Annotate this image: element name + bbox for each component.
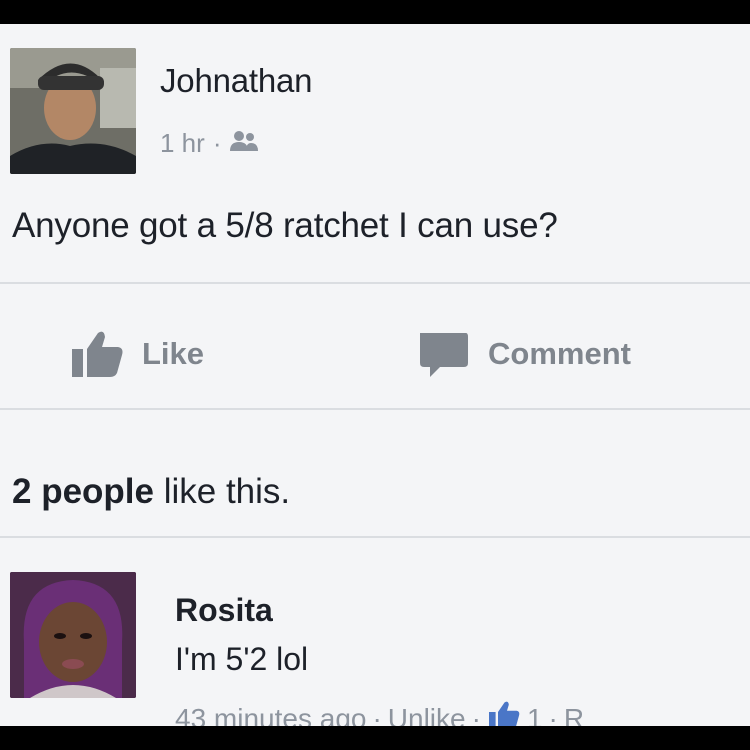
reaction-count[interactable]: 1: [527, 703, 543, 727]
likes-suffix: like this.: [163, 472, 291, 511]
post-author-name[interactable]: Johnathan: [160, 62, 313, 100]
reply-link[interactable]: R: [564, 703, 584, 727]
unlike-link[interactable]: Unlike: [388, 703, 466, 727]
post-card: Johnathan 1 hr · Anyone got a 5/8 ratche…: [0, 24, 750, 726]
comment-text: I'm 5'2 lol: [175, 641, 309, 677]
likes-summary[interactable]: 2 people like this.: [12, 472, 290, 512]
comment-label: Comment: [488, 336, 631, 371]
comment-bubble-icon: [416, 329, 470, 379]
commenter-photo: [10, 572, 136, 698]
divider-top: [0, 282, 750, 284]
thumbs-up-icon[interactable]: [487, 700, 521, 726]
comment-button[interactable]: Comment: [416, 324, 631, 384]
meta-separator: ·: [212, 128, 222, 158]
friends-icon[interactable]: [229, 128, 259, 159]
post-timestamp[interactable]: 1 hr: [160, 128, 205, 159]
author-avatar[interactable]: [10, 48, 136, 174]
meta-separator: ·: [471, 702, 481, 727]
commenter-avatar[interactable]: [10, 572, 136, 698]
divider-bottom: [0, 536, 750, 538]
post-text: Anyone got a 5/8 ratchet I can use?: [12, 206, 558, 245]
divider-middle: [0, 408, 750, 410]
author-photo: [10, 48, 136, 174]
comment-meta: 43 minutes ago · Unlike · 1 · R: [175, 700, 584, 726]
comment-timestamp[interactable]: 43 minutes ago: [175, 703, 366, 727]
likes-count: 2 people: [12, 472, 154, 511]
like-label: Like: [142, 336, 205, 371]
thumbs-up-icon: [70, 329, 124, 379]
meta-separator: ·: [372, 702, 382, 727]
like-button[interactable]: Like: [70, 324, 204, 384]
meta-separator: ·: [548, 702, 558, 727]
post-meta: 1 hr ·: [160, 128, 259, 159]
comment-author-name[interactable]: Rosita: [175, 592, 273, 629]
